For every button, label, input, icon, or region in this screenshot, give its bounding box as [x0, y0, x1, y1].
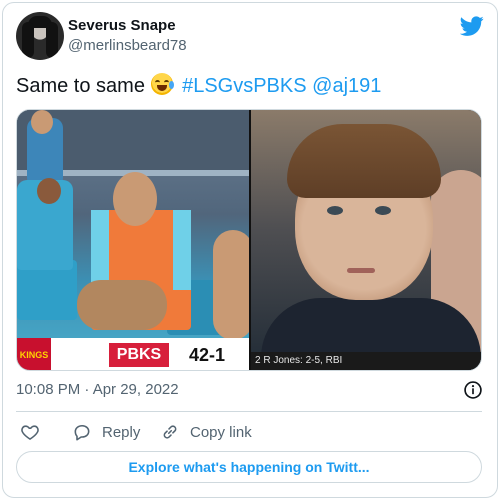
copy-link-button[interactable]: Copy link [160, 422, 252, 442]
media-image-right[interactable]: 2 R Jones: 2-5, RBI [251, 110, 481, 370]
mention-link[interactable]: @aj191 [312, 75, 381, 97]
user-handle[interactable]: @merlinsbeard78 [68, 37, 187, 54]
reply-icon [74, 424, 90, 441]
tweet-media[interactable]: KINGS PBKS 42-1 2 R Jones: 2-5, RBI [16, 109, 482, 371]
link-icon [163, 425, 177, 439]
team-label: PBKS [109, 343, 169, 367]
tweet-text: Same to same #LSGvsPBKS @aj191 [16, 73, 381, 98]
display-name[interactable]: Severus Snape [68, 17, 176, 34]
info-icon[interactable] [463, 380, 483, 400]
copy-link-label: Copy link [190, 423, 252, 441]
media-image-left[interactable]: KINGS PBKS 42-1 [17, 110, 249, 370]
tweet-text-prefix: Same to same [16, 75, 145, 97]
tears-of-joy-emoji-icon [150, 73, 174, 95]
divider [16, 411, 482, 412]
kings-logo: KINGS [17, 338, 51, 370]
tweet-timestamp[interactable]: 10:08 PM · Apr 29, 2022 [16, 381, 179, 398]
like-button[interactable] [20, 422, 50, 442]
hashtag-link[interactable]: #LSGvsPBKS [182, 75, 307, 97]
twitter-bird-icon[interactable] [460, 14, 484, 38]
explore-button[interactable]: Explore what's happening on Twitt... [16, 451, 482, 483]
avatar[interactable] [16, 12, 64, 60]
stat-overlay: 2 R Jones: 2-5, RBI [251, 352, 481, 370]
heart-icon [21, 425, 39, 440]
score-value: 42-1 [169, 343, 245, 367]
reply-button[interactable]: Reply [72, 422, 140, 442]
reply-label: Reply [102, 423, 141, 441]
